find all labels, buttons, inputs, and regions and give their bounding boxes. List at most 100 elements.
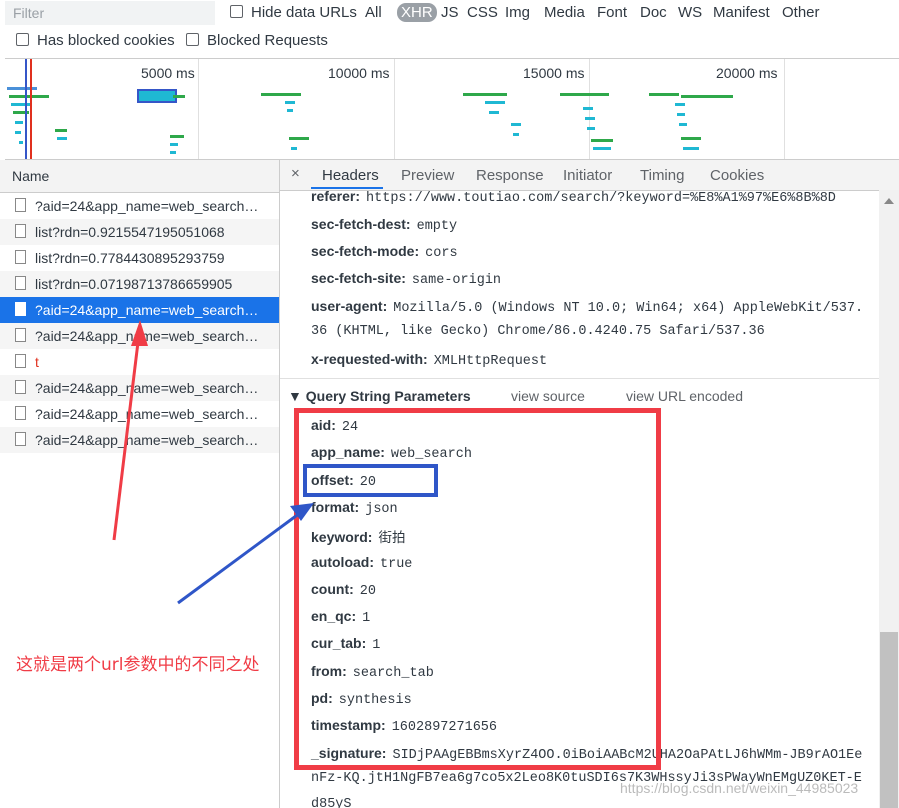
request-row[interactable]: list?rdn=0.07198713786659905 [0,271,279,297]
query-param: cur_tab: 1 [311,635,380,653]
checkbox-icon[interactable] [230,5,243,18]
param-value-continuation: d85yS [311,797,352,808]
type-filter-xhr[interactable]: XHR [397,3,437,22]
overview-bar [511,123,521,126]
request-row[interactable]: list?rdn=0.9215547195051068 [0,219,279,245]
checkbox-icon[interactable] [186,33,199,46]
param-key: autoload: [311,554,374,570]
request-row[interactable]: t [0,349,279,375]
annotation-text: 这就是两个url参数中的不同之处 [16,655,260,675]
param-value: 1 [362,611,371,626]
view-source-link[interactable]: view source [511,388,585,404]
query-string-section-title[interactable]: ▼ Query String Parameters [288,388,471,404]
type-filter-media[interactable]: Media [544,4,585,21]
param-value: synthesis [338,693,412,708]
request-name: list?rdn=0.9215547195051068 [35,224,225,240]
header-line-x-requested-with: x-requested-with: XMLHttpRequest [311,351,548,369]
tick-label: 10000 ms [328,65,390,81]
query-param: pd: synthesis [311,690,412,708]
param-key: from: [311,663,347,679]
type-filter-all[interactable]: All [365,4,382,21]
overview-bar [285,101,295,104]
overview-bar [587,127,595,130]
overview-bar [170,135,184,138]
section-divider [280,378,879,379]
request-row[interactable]: ?aid=24&app_name=web_search… [0,401,279,427]
request-row[interactable]: ?aid=24&app_name=web_search… [0,375,279,401]
hide-data-urls-checkbox[interactable]: Hide data URLs [230,4,357,21]
tab-response[interactable]: Response [476,167,544,184]
network-overview[interactable]: 5000 ms 10000 ms 15000 ms 20000 ms [5,58,899,160]
overview-bar [593,147,611,150]
param-key: timestamp: [311,717,386,733]
request-list: Name ?aid=24&app_name=web_search… list?rd… [0,160,280,808]
type-filter-font[interactable]: Font [597,4,627,21]
param-value: SIDjPAAgEBBmsXyrZ4OO.0iBoiAABcM2UHA2OaPA… [392,748,863,763]
overview-bar [11,103,31,106]
dom-content-loaded-marker [25,59,27,159]
query-param: from: search_tab [311,663,434,681]
query-param: _signature: SIDjPAAgEBBmsXyrZ4OO.0iBoiAAB… [311,745,862,763]
query-param: app_name: web_search [311,444,472,462]
param-key: _signature: [311,745,387,761]
scroll-up-arrow-icon[interactable] [884,198,894,204]
overview-bar [170,143,178,146]
type-filter-js[interactable]: JS [441,4,459,21]
watermark: https://blog.csdn.net/weixin_44985023 [620,780,859,796]
request-name: ?aid=24&app_name=web_search… [35,406,259,422]
param-key: app_name: [311,444,385,460]
query-param: format: json [311,499,398,517]
detail-scrollbar-thumb[interactable] [880,632,898,808]
query-param: keyword: 街拍 [311,526,405,547]
request-rows: ?aid=24&app_name=web_search… list?rdn=0.9… [0,193,279,453]
type-filter-img[interactable]: Img [505,4,530,21]
blocked-requests-checkbox[interactable]: Blocked Requests [186,32,328,49]
tab-preview[interactable]: Preview [401,167,454,184]
checkbox-icon[interactable] [16,33,29,46]
request-name: t [35,354,39,370]
tab-headers[interactable]: Headers [322,167,379,184]
tab-initiator[interactable]: Initiator [563,167,612,184]
type-filter-manifest[interactable]: Manifest [713,4,770,21]
file-icon [15,302,26,316]
overview-bar [683,147,699,150]
request-row[interactable]: ?aid=24&app_name=web_search… [0,323,279,349]
overview-bar [649,93,679,96]
overview-bar [463,93,507,96]
overview-bar [15,121,23,124]
request-row[interactable]: ?aid=24&app_name=web_search… [0,297,279,323]
tab-timing[interactable]: Timing [640,167,684,184]
header-line-sec-fetch-site: sec-fetch-site: same-origin [311,270,502,288]
request-name: ?aid=24&app_name=web_search… [35,328,259,344]
tick-gridline [198,59,199,159]
file-icon [15,224,26,238]
header-line-sec-fetch-dest: sec-fetch-dest: empty [311,216,458,234]
query-param: autoload: true [311,554,412,572]
request-name: list?rdn=0.7784430895293759 [35,250,225,266]
request-row[interactable]: ?aid=24&app_name=web_search… [0,427,279,453]
request-row[interactable]: list?rdn=0.7784430895293759 [0,245,279,271]
request-detail-panel: × Headers Preview Response Initiator Tim… [280,160,899,808]
view-url-encoded-link[interactable]: view URL encoded [626,388,743,404]
header-line-user-agent: user-agent: Mozilla/5.0 (Windows NT 10.0;… [311,298,864,316]
type-filter-css[interactable]: CSS [467,4,498,21]
file-icon [15,380,26,394]
close-icon[interactable]: × [291,165,300,182]
param-value: 24 [341,420,359,435]
file-icon [15,198,26,212]
type-filter-doc[interactable]: Doc [640,4,667,21]
overview-bar [513,133,519,136]
param-value: 街拍 [378,532,406,547]
tab-cookies[interactable]: Cookies [710,167,764,184]
has-blocked-cookies-checkbox[interactable]: Has blocked cookies [16,32,175,49]
filter-input[interactable] [5,1,215,25]
request-row[interactable]: ?aid=24&app_name=web_search… [0,193,279,219]
load-marker [30,59,32,159]
overview-bar [589,93,609,96]
query-param: aid: 24 [311,417,358,435]
name-column-header[interactable]: Name [0,160,279,193]
type-filter-ws[interactable]: WS [678,4,702,21]
tick-gridline [394,59,395,159]
param-key: offset: [311,472,354,488]
type-filter-other[interactable]: Other [782,4,820,21]
